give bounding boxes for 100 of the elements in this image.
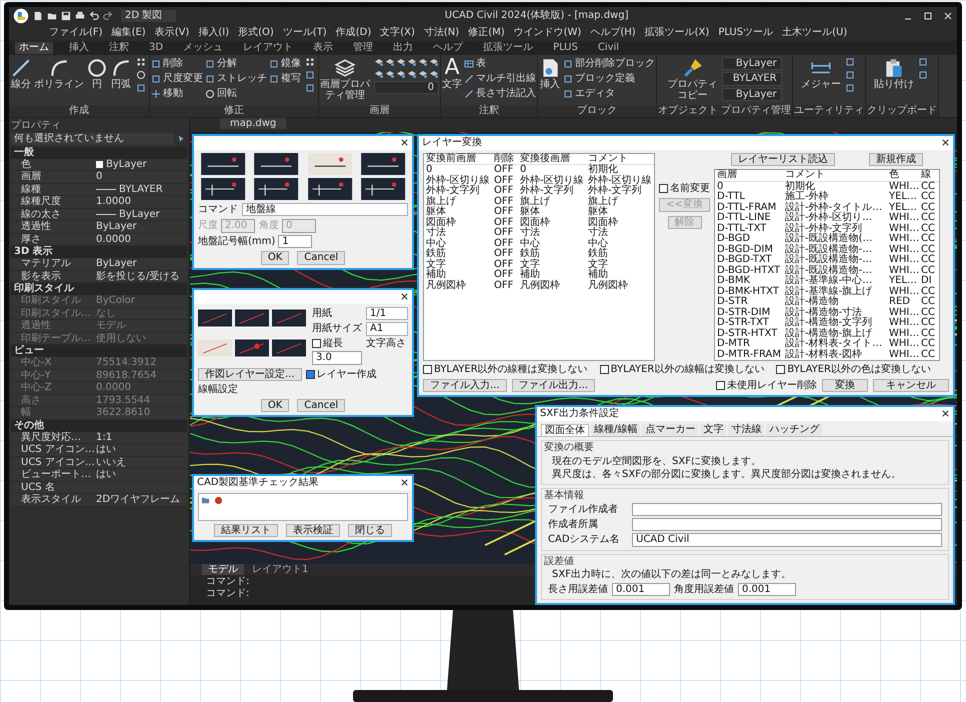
property-value[interactable]: 1:1 [96, 432, 112, 443]
tool-icon[interactable] [845, 82, 856, 92]
section-header[interactable]: 一般 [11, 146, 187, 158]
property-dropdown[interactable]: ByLayer [722, 88, 782, 101]
ribbon-button[interactable]: 円 [86, 56, 108, 90]
ribbon-tab[interactable]: 表示 [309, 42, 338, 54]
dialog-button[interactable]: OK [260, 398, 290, 412]
folder-icon[interactable] [47, 11, 57, 21]
ribbon-button[interactable]: 貼り付け [874, 56, 914, 90]
dialog-button[interactable]: 結果リスト [214, 524, 278, 537]
dialog-button[interactable]: 閉じる [348, 524, 392, 537]
property-value[interactable]: 1.0000 [96, 196, 131, 208]
maximize-icon[interactable] [923, 11, 933, 21]
tool-icon[interactable] [845, 70, 856, 80]
preview-thumbnail[interactable] [198, 306, 232, 328]
layer-icon[interactable] [396, 56, 406, 66]
ribbon-tab[interactable]: 3D [145, 42, 168, 54]
property-dropdown[interactable]: 0 [374, 80, 439, 94]
layer-icon[interactable] [418, 68, 428, 78]
checkbox[interactable] [423, 365, 432, 374]
ribbon-button[interactable]: 尺度変更 [151, 72, 203, 86]
ribbon-tab[interactable]: 挿入 [65, 42, 93, 54]
ribbon-button[interactable]: A 文字 [442, 56, 462, 90]
close-icon[interactable] [400, 478, 409, 487]
layer-icon[interactable] [385, 68, 395, 78]
property-value[interactable]: 2Dワイヤフレーム [96, 494, 180, 506]
ribbon-button[interactable]: プロパティコピー [668, 56, 718, 102]
dialog-tab[interactable]: 文字 [700, 424, 726, 436]
preview-thumbnail[interactable] [272, 306, 306, 328]
dialog-button[interactable]: キャンセル [873, 378, 949, 392]
ribbon-tab[interactable]: Civil [594, 42, 624, 54]
checkbox[interactable] [776, 365, 786, 374]
property-dropdown[interactable]: ByLayer [722, 56, 782, 70]
ribbon-tab[interactable]: メッシュ [179, 42, 228, 54]
grid-icon[interactable] [305, 56, 315, 66]
preview-thumbnail[interactable] [272, 337, 306, 359]
printer-icon[interactable] [75, 11, 85, 21]
ribbon-tab[interactable]: PLUS [549, 42, 582, 54]
undo-icon[interactable] [89, 11, 99, 21]
menu-item[interactable]: 土木ツール(U) [782, 27, 848, 39]
ribbon-button[interactable]: 分解 [205, 56, 267, 72]
tool-icon[interactable] [918, 70, 928, 80]
dialog-tab[interactable]: 図面全体 [541, 424, 589, 436]
property-value[interactable]: ByLayer [96, 258, 137, 270]
dialog-button[interactable]: ファイル出力... [512, 378, 596, 392]
menu-item[interactable]: ヘルプ(H) [590, 27, 636, 39]
ribbon-button[interactable]: 長さ寸法記入 [464, 86, 536, 102]
property-dropdown[interactable]: BYLAYER [722, 72, 782, 86]
dropdown[interactable]: A1 [366, 322, 408, 336]
layer-icon[interactable] [418, 56, 428, 66]
input-field[interactable]: 3.0 [312, 351, 362, 364]
menu-item[interactable]: 形式(O) [238, 27, 274, 39]
preview-thumbnail[interactable] [235, 306, 269, 328]
dialog-button[interactable]: Cancel [297, 398, 346, 412]
ribbon-button[interactable]: ポリライン [34, 56, 84, 90]
layer-icon[interactable] [407, 56, 417, 66]
menu-item[interactable]: 拡張ツール(X) [644, 27, 710, 39]
close-icon[interactable] [400, 138, 409, 147]
checkbox[interactable] [312, 338, 321, 348]
close-icon[interactable] [941, 138, 950, 147]
property-value[interactable]: ByLayer [119, 208, 160, 220]
save-icon[interactable] [61, 11, 71, 21]
ribbon-button[interactable]: 削除 [151, 56, 203, 72]
section-header[interactable]: 印刷スタイル [11, 283, 187, 295]
dialog-button[interactable]: 変換 [822, 378, 868, 392]
ribbon-tab[interactable]: ホーム [15, 42, 53, 54]
layer-icon[interactable] [374, 68, 384, 78]
dialog-tab[interactable]: ハッチング [766, 424, 822, 436]
menu-item[interactable]: 表示(V) [154, 27, 190, 39]
dialog-button[interactable]: Cancel [297, 251, 346, 264]
input-field[interactable]: 0.001 [738, 582, 796, 596]
ribbon-button[interactable]: 回転 [205, 86, 267, 102]
input-field[interactable]: 1 [278, 234, 312, 248]
selection-dropdown[interactable]: 何も選択されていません [11, 133, 174, 144]
layer-icon[interactable] [429, 56, 439, 66]
layout-tab[interactable]: モデル [202, 564, 244, 575]
menu-item[interactable]: ファイル(F) [49, 27, 103, 39]
grid-icon[interactable] [136, 56, 146, 66]
input-field[interactable] [632, 518, 942, 531]
checkbox[interactable] [716, 380, 725, 390]
dialog-tab[interactable]: 線種/線幅 [591, 424, 640, 436]
dialog-button[interactable]: ファイル入力... [423, 378, 507, 392]
document-tab[interactable]: map.dwg [220, 118, 286, 129]
dialog-tab[interactable]: 点マーカー [642, 424, 698, 436]
ribbon-button[interactable]: 画層プロパティ管理 [320, 56, 370, 102]
preview-thumbnail[interactable] [198, 337, 232, 359]
ribbon-button[interactable]: 複写 [269, 72, 301, 86]
ribbon-button[interactable]: 線分 [10, 56, 32, 90]
menu-item[interactable]: 編集(E) [112, 27, 146, 39]
ribbon-button[interactable]: 鏡像 [269, 56, 301, 72]
close-icon[interactable] [941, 409, 950, 418]
command-dropdown[interactable]: 地盤線 [242, 202, 408, 216]
dialog-tab[interactable]: 寸法線 [728, 424, 764, 436]
menu-item[interactable]: ツール(T) [282, 27, 327, 39]
ribbon-tab[interactable]: 注釈 [105, 42, 133, 54]
preview-thumbnail[interactable] [235, 337, 269, 359]
input-field[interactable]: UCAD Civil [632, 533, 942, 546]
ribbon-button[interactable]: ブロック定義 [563, 72, 655, 86]
layer-icon[interactable] [407, 68, 417, 78]
layer-icon[interactable] [396, 68, 406, 78]
